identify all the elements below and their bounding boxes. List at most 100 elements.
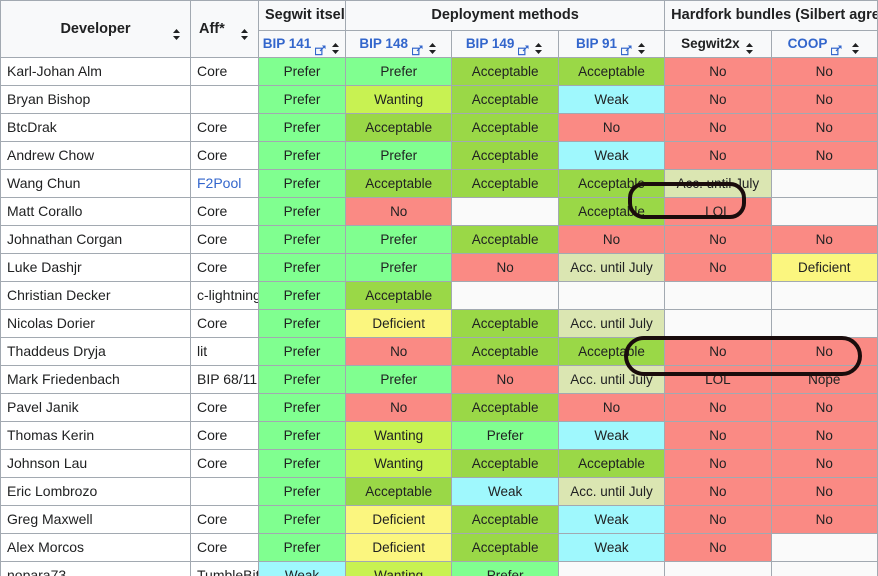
affiliation-link[interactable]: F2Pool [197,175,241,191]
cell-bip148: Acceptable [344,169,453,198]
cell-affiliation[interactable]: F2Pool [190,169,259,198]
column-header-bip149-label[interactable]: BIP 149 [466,32,515,57]
cell-segwit2x: No [664,113,772,142]
page-root: Developer Aff* Segwit itself Deployment … [0,0,878,576]
cell-bip148: No [344,197,453,226]
cell-affiliation: Core [190,197,259,226]
column-header-developer-label: Developer [60,20,131,37]
cell-developer: Greg Maxwell [0,505,191,534]
cell-bip141: Prefer [258,141,346,170]
sort-arrows-icon[interactable] [171,23,182,40]
cell-segwit2x: No [664,253,772,282]
cell-developer: Johnson Lau [0,449,191,478]
column-header-bip91[interactable]: BIP 91 [557,30,666,58]
table-row: Bryan Bishop Prefer Wanting Acceptable Weak N… [0,85,878,114]
cell-bip141: Prefer [258,421,346,450]
cell-segwit2x: No [664,141,772,170]
cell-bip148: Wanting [344,421,453,450]
cell-bip91: Acc. until July [557,365,666,394]
sort-arrows-icon[interactable] [744,38,755,54]
cell-developer: Eric Lombrozo [0,477,191,506]
table-head: Developer Aff* Segwit itself Deployment … [0,0,878,58]
table-row: Matt Corallo Core Prefer No Acceptable LOL [0,197,878,226]
cell-bip149: Weak [451,477,559,506]
cell-bip141: Prefer [258,337,346,366]
cell-segwit2x: No [664,421,772,450]
column-header-coop-label[interactable]: COOP [788,32,828,57]
cell-coop: Deficient [770,253,878,282]
group-header-deployment-methods-label: Deployment methods [431,7,579,23]
cell-bip148: Acceptable [344,281,453,310]
cell-developer: Thomas Kerin [0,421,191,450]
cell-bip149: Acceptable [451,57,559,86]
column-header-bip91-label[interactable]: BIP 91 [576,32,617,57]
table-row: Christian Decker c-lightning Prefer Accepta… [0,281,878,310]
cell-bip91: Acceptable [557,337,666,366]
sort-arrows-icon[interactable] [330,38,341,54]
group-header-hardfork-bundles: Hardfork bundles (Silbert agreement) [664,0,878,31]
cell-coop [770,309,878,338]
column-header-bip148[interactable]: BIP 148 [344,30,453,58]
group-header-segwit-itself-label: Segwit itself [265,7,346,23]
external-link-icon [411,39,423,55]
cell-segwit2x: LOL [664,365,772,394]
cell-bip91: Weak [557,85,666,114]
group-header-deployment-methods: Deployment methods [344,0,666,31]
table-row: Wang Chun F2Pool Prefer Acceptable Acceptabl… [0,169,878,198]
cell-affiliation: Core [190,505,259,534]
column-header-segwit2x[interactable]: Segwit2x [664,30,772,58]
cell-developer: nopara73 [0,561,191,576]
column-header-bip141[interactable]: BIP 141 [258,30,346,58]
table-row: Johnathan Corgan Core Prefer Prefer Acceptab… [0,225,878,254]
cell-developer: Andrew Chow [0,141,191,170]
developer-support-table: Developer Aff* Segwit itself Deployment … [0,0,878,576]
table-row: Greg Maxwell Core Prefer Deficient Acceptabl… [0,505,878,534]
cell-coop: No [770,477,878,506]
cell-bip91: Weak [557,141,666,170]
cell-bip141: Prefer [258,365,346,394]
sort-arrows-icon[interactable] [533,38,544,54]
external-link-icon [315,39,326,55]
column-header-aff[interactable]: Aff* [190,0,259,58]
cell-segwit2x: No [664,449,772,478]
cell-affiliation: Core [190,225,259,254]
cell-coop: No [770,505,878,534]
sort-arrows-icon[interactable] [850,38,861,54]
cell-coop: No [770,337,878,366]
cell-bip141: Prefer [258,225,346,254]
cell-affiliation: Core [190,253,259,282]
cell-segwit2x: No [664,337,772,366]
column-header-bip149[interactable]: BIP 149 [451,30,559,58]
column-header-aff-label: Aff* [199,20,225,37]
cell-bip141: Weak [258,561,346,576]
cell-affiliation: BIP 68/112 [190,365,259,394]
table-row: Pavel Janik Core Prefer No Acceptable No No No [0,393,878,422]
cell-bip149: Acceptable [451,533,559,562]
cell-coop: No [770,113,878,142]
cell-bip148: Prefer [344,225,453,254]
cell-affiliation: c-lightning [190,281,259,310]
cell-affiliation: Core [190,57,259,86]
cell-bip91: No [557,225,666,254]
table-row: Thaddeus Dryja lit Prefer No Acceptable Accep… [0,337,878,366]
table-row: Thomas Kerin Core Prefer Wanting Prefer Weak N… [0,421,878,450]
cell-bip141: Prefer [258,197,346,226]
cell-affiliation: Core [190,113,259,142]
group-header-segwit-itself: Segwit itself [258,0,346,31]
cell-coop [770,281,878,310]
cell-coop [770,533,878,562]
table-row: Johnson Lau Core Prefer Wanting Acceptable Ac… [0,449,878,478]
column-header-coop[interactable]: COOP [770,30,878,58]
cell-developer: Christian Decker [0,281,191,310]
column-header-bip141-label[interactable]: BIP 141 [263,32,312,57]
cell-bip141: Prefer [258,505,346,534]
cell-developer: Karl-Johan Alm [0,57,191,86]
column-header-developer[interactable]: Developer [0,0,191,58]
cell-bip148: Wanting [344,449,453,478]
sort-arrows-icon[interactable] [636,38,647,54]
sort-arrows-icon[interactable] [427,38,438,54]
external-link-icon [831,39,842,55]
column-header-bip148-label[interactable]: BIP 148 [359,32,408,57]
cell-bip141: Prefer [258,393,346,422]
sort-arrows-icon[interactable] [239,23,250,40]
